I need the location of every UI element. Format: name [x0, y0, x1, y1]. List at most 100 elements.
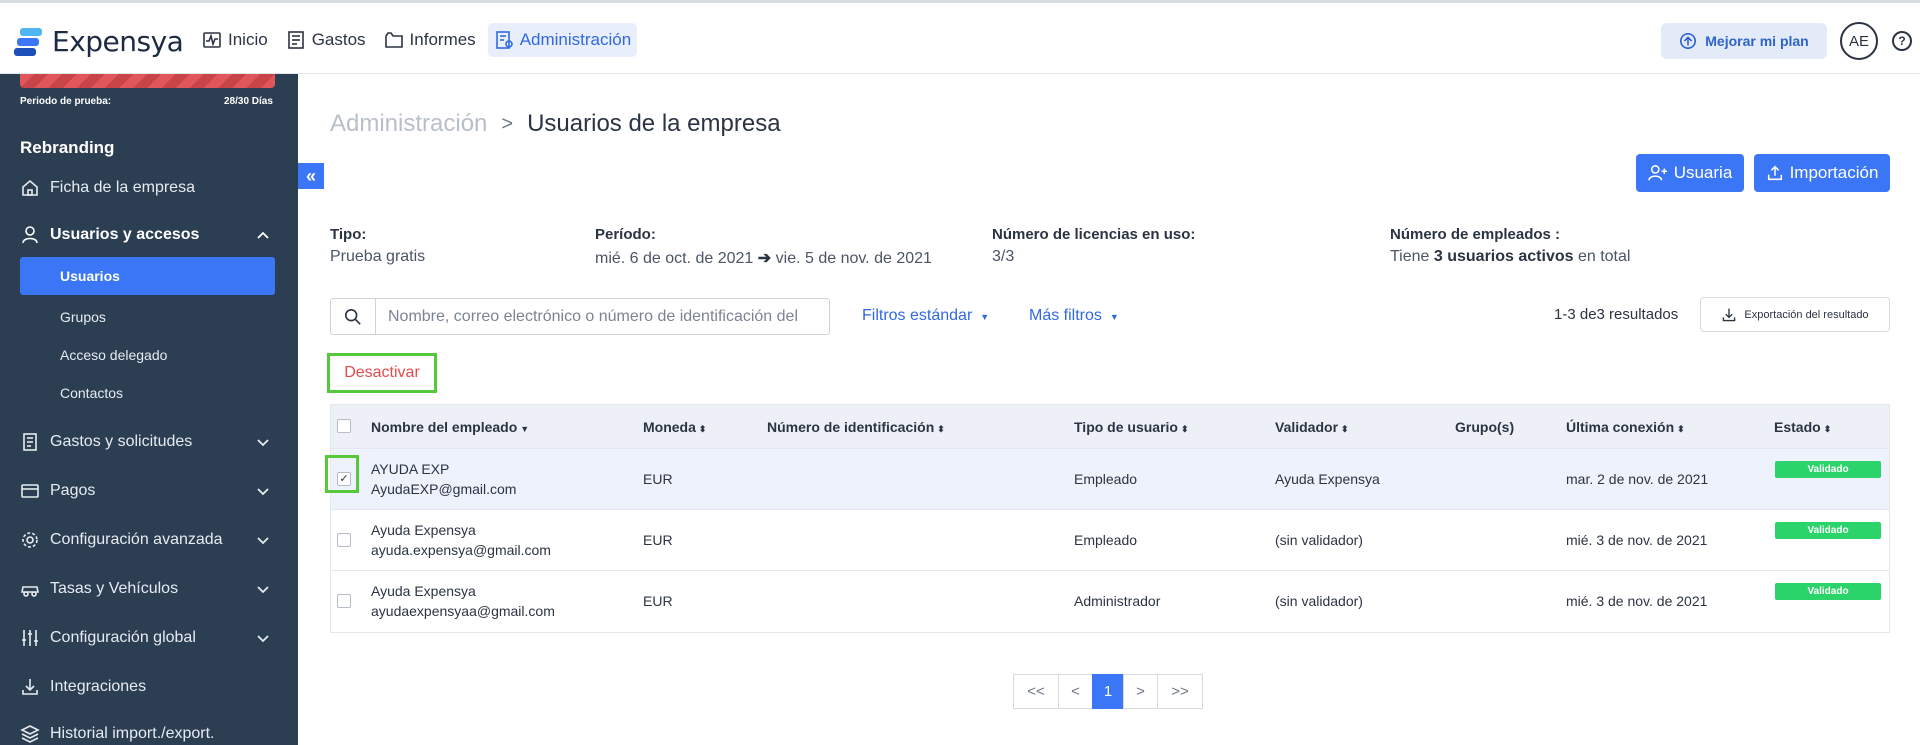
receipt-icon: [23, 433, 37, 451]
sort-icon: ⬍: [1341, 424, 1349, 434]
upgrade-plan-button[interactable]: Mejorar mi plan: [1661, 23, 1827, 59]
table-row[interactable]: ✓ AYUDA EXP AyudaEXP@gmail.com EUR Emple…: [325, 449, 1889, 510]
import-button[interactable]: Importación: [1754, 154, 1890, 192]
period-label: Período:: [595, 226, 656, 243]
sidebar-subitem-acceso-delegado[interactable]: Acceso delegado: [20, 336, 275, 374]
period-value: mié. 6 de oct. de 2021 ➔ vie. 5 de nov. …: [595, 250, 932, 267]
table-row[interactable]: Ayuda Expensya ayudaexpensyaa@gmail.com …: [331, 571, 1889, 632]
breadcrumb: Administración > Usuarios de la empresa: [330, 110, 781, 138]
trial-days: 28/30 Días: [224, 96, 273, 107]
admin-icon: [495, 31, 513, 49]
type-value: Prueba gratis: [330, 248, 426, 265]
sidebar-subitem-contactos[interactable]: Contactos: [20, 374, 275, 412]
download-icon: [1723, 308, 1736, 321]
caret-down-icon: ▼: [980, 312, 990, 322]
user-type: Empleado: [1074, 471, 1138, 487]
employee-name: AYUDA EXP: [371, 461, 450, 477]
gear-icon: [22, 532, 38, 548]
page-prev-button[interactable]: <: [1058, 674, 1093, 709]
col-status[interactable]: Estado ⬍: [1774, 419, 1831, 435]
col-last-login[interactable]: Última conexión ⬍: [1566, 419, 1685, 435]
sidebar-item-import-export-history[interactable]: Historial import./export.: [20, 717, 275, 745]
status-badge: Validado: [1775, 461, 1881, 478]
sidebar-item-payments[interactable]: Pagos: [20, 474, 275, 508]
sort-icon: ⬍: [1823, 424, 1832, 434]
more-filters-dropdown[interactable]: Más filtros ▼: [1029, 307, 1119, 325]
sidebar-item-advanced-config[interactable]: Configuración avanzada: [20, 523, 275, 557]
chevron-down-icon: [257, 439, 269, 447]
col-validator[interactable]: Validador ⬍: [1275, 419, 1349, 435]
table-header: Nombre del empleado ▼ Moneda ⬍ Número de i…: [331, 405, 1889, 449]
page-current-button[interactable]: 1: [1092, 674, 1124, 709]
sliders-icon: [22, 630, 38, 646]
page-next-button[interactable]: >: [1123, 674, 1158, 709]
page-last-button[interactable]: >>: [1157, 674, 1203, 709]
user-type: Empleado: [1074, 532, 1138, 548]
currency: EUR: [643, 532, 673, 548]
employee-email: ayudaexpensyaa@gmail.com: [371, 603, 555, 619]
row-checkbox[interactable]: [337, 594, 351, 608]
layers-icon: [20, 725, 40, 743]
card-icon: [21, 484, 39, 498]
user-avatar[interactable]: AE: [1840, 22, 1878, 60]
sidebar-item-integrations[interactable]: Integraciones: [20, 670, 275, 704]
sidebar-subitem-usuarios[interactable]: Usuarios: [20, 257, 275, 295]
col-currency[interactable]: Moneda ⬍: [643, 419, 706, 435]
logo-icon: [14, 26, 44, 58]
search-input[interactable]: Nombre, correo electrónico o número de i…: [376, 299, 798, 334]
sidebar-item-global-config[interactable]: Configuración global: [20, 621, 275, 655]
licenses-value: 3/3: [992, 248, 1015, 265]
breadcrumb-parent[interactable]: Administración: [330, 110, 487, 138]
status-badge: Validado: [1775, 522, 1881, 539]
validator: Ayuda Expensya: [1275, 471, 1380, 487]
trial-label: Periodo de prueba:: [20, 96, 112, 107]
folder-icon: [384, 32, 403, 48]
col-id-number[interactable]: Número de identificación ⬍: [767, 419, 945, 435]
status-badge: Validado: [1775, 583, 1881, 600]
user-plus-icon: [1647, 165, 1667, 181]
sidebar-item-expenses-requests[interactable]: Gastos y solicitudes: [20, 425, 275, 459]
chevron-right-icon: >: [501, 112, 514, 135]
nav-informes[interactable]: Informes: [378, 23, 482, 57]
nav-inicio[interactable]: Inicio: [196, 23, 274, 57]
standard-filters-dropdown[interactable]: Filtros estándar ▼: [862, 307, 989, 325]
help-icon[interactable]: ?: [1892, 31, 1912, 51]
last-login: mar. 2 de nov. de 2021: [1566, 471, 1709, 487]
col-employee-name[interactable]: Nombre del empleado ▼: [371, 419, 529, 435]
validator: (sin validador): [1275, 593, 1363, 609]
table-row[interactable]: Ayuda Expensya ayuda.expensya@gmail.com …: [331, 510, 1889, 571]
chevron-down-icon: [257, 537, 269, 545]
deactivate-button[interactable]: Desactivar: [327, 353, 437, 393]
sidebar-item-users-access[interactable]: Usuarios y accesos: [20, 218, 275, 252]
search-icon[interactable]: [331, 299, 376, 334]
row-checkbox[interactable]: [337, 533, 351, 547]
page-first-button[interactable]: <<: [1013, 674, 1059, 709]
sidebar-item-company-profile[interactable]: Ficha de la empresa: [20, 171, 275, 205]
select-all-checkbox[interactable]: [337, 419, 351, 433]
row-checkbox[interactable]: ✓: [337, 472, 351, 486]
app-logo[interactable]: Expensya: [14, 25, 184, 58]
nav-gastos[interactable]: Gastos: [280, 23, 372, 57]
page-title: Usuarios de la empresa: [527, 110, 781, 137]
main-nav: Inicio Gastos Informes Administración: [196, 23, 638, 57]
user-icon: [22, 226, 38, 244]
add-user-button[interactable]: Usuaria: [1636, 154, 1744, 192]
employee-name: Ayuda Expensya: [371, 522, 476, 538]
export-results-button[interactable]: Exportación del resultado: [1700, 297, 1890, 332]
type-label: Tipo:: [330, 226, 367, 243]
col-user-type[interactable]: Tipo de usuario ⬍: [1074, 419, 1189, 435]
sidebar-subitem-grupos[interactable]: Grupos: [20, 298, 275, 336]
sidebar-item-rates-vehicles[interactable]: Tasas y Vehículos: [20, 572, 275, 606]
arrow-right-icon: ➔: [757, 250, 772, 267]
app-name: Expensya: [52, 25, 184, 58]
nav-administracion[interactable]: Administración: [487, 23, 638, 57]
results-count: 1-3 de3 resultados: [1554, 306, 1679, 323]
currency: EUR: [643, 593, 673, 609]
company-name: Rebranding: [20, 138, 115, 157]
download-icon: [22, 679, 38, 695]
receipt-icon: [287, 31, 304, 49]
sort-icon: ⬍: [1180, 424, 1189, 434]
licenses-label: Número de licencias en uso:: [992, 226, 1196, 243]
collapse-sidebar-button[interactable]: «: [298, 163, 324, 189]
search-box[interactable]: Nombre, correo electrónico o número de i…: [330, 298, 830, 335]
